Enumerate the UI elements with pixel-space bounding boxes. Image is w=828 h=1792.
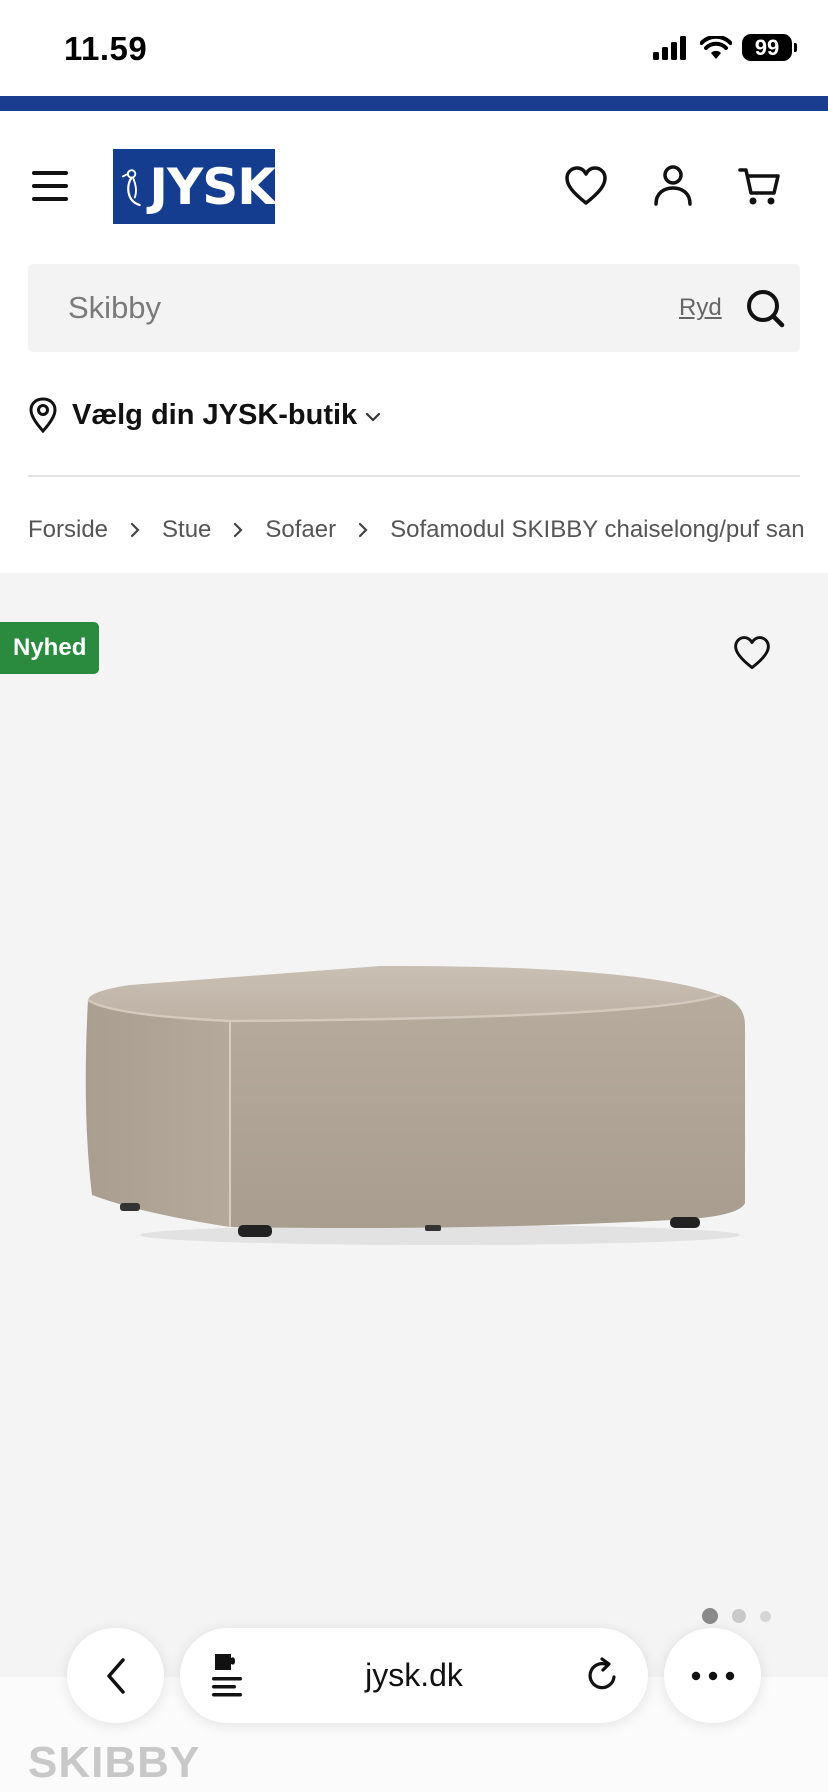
battery-indicator: 99 [742,34,797,61]
clear-search-link[interactable]: Ryd [679,294,722,322]
breadcrumb: Forside Stue Sofaer Sofamodul SKIBBY cha… [28,512,828,548]
pagination-dot-1[interactable] [702,1608,718,1624]
browser-more-button[interactable] [664,1628,761,1723]
product-gallery[interactable]: Nyhed [0,573,828,1677]
menu-icon-line [32,197,68,201]
logo-text: JYSK [149,157,276,216]
browser-back-button[interactable] [67,1628,164,1723]
reader-extension-icon[interactable] [210,1650,248,1698]
cellular-signal-icon [653,35,686,60]
browser-address-bar[interactable]: jysk.dk [180,1628,648,1723]
status-time: 11.59 [64,30,148,67]
search-input[interactable] [68,286,588,330]
new-badge: Nyhed [0,622,100,674]
jysk-logo[interactable]: JYSK [113,149,276,224]
store-selector[interactable]: Vælg din JYSK-butik [28,390,381,440]
chevron-right-icon [233,522,243,538]
product-image-pouf [85,965,745,1245]
search-box: Ryd [28,264,800,352]
breadcrumb-item-sofaer[interactable]: Sofaer [265,516,336,544]
product-title: SKIBBY [28,1738,201,1787]
breadcrumb-item-current: Sofamodul SKIBBY chaiselong/puf san [390,516,805,543]
pagination-dot-2[interactable] [732,1609,746,1623]
breadcrumb-item-stue[interactable]: Stue [162,516,211,544]
search-icon[interactable] [744,287,786,329]
reload-icon[interactable] [584,1655,622,1695]
chevron-down-icon [366,412,381,422]
menu-icon [32,171,68,175]
more-dots-icon [691,1671,734,1680]
menu-button[interactable] [32,171,70,201]
brand-strip [0,96,828,111]
browser-url: jysk.dk [365,1657,463,1693]
add-to-wishlist-heart-icon[interactable] [732,633,772,673]
account-icon[interactable] [651,164,695,208]
menu-icon-line [32,184,68,188]
breadcrumb-item-home[interactable]: Forside [28,516,108,544]
chevron-right-icon [358,522,368,538]
site-header: JYSK [0,111,828,261]
pagination-dot-3[interactable] [760,1610,771,1622]
wifi-icon [700,35,732,59]
wishlist-heart-icon[interactable] [564,164,608,208]
chevron-right-icon [130,522,140,538]
divider [28,475,800,477]
status-icons: 99 [652,34,797,61]
store-selector-label: Vælg din JYSK-butik [72,398,358,431]
chevron-left-icon [106,1657,125,1694]
cart-icon[interactable] [738,164,782,208]
bird-logo-icon [121,168,141,206]
location-pin-icon [29,397,57,433]
status-bar: 11.59 99 [0,0,828,96]
image-pagination [702,1608,771,1624]
